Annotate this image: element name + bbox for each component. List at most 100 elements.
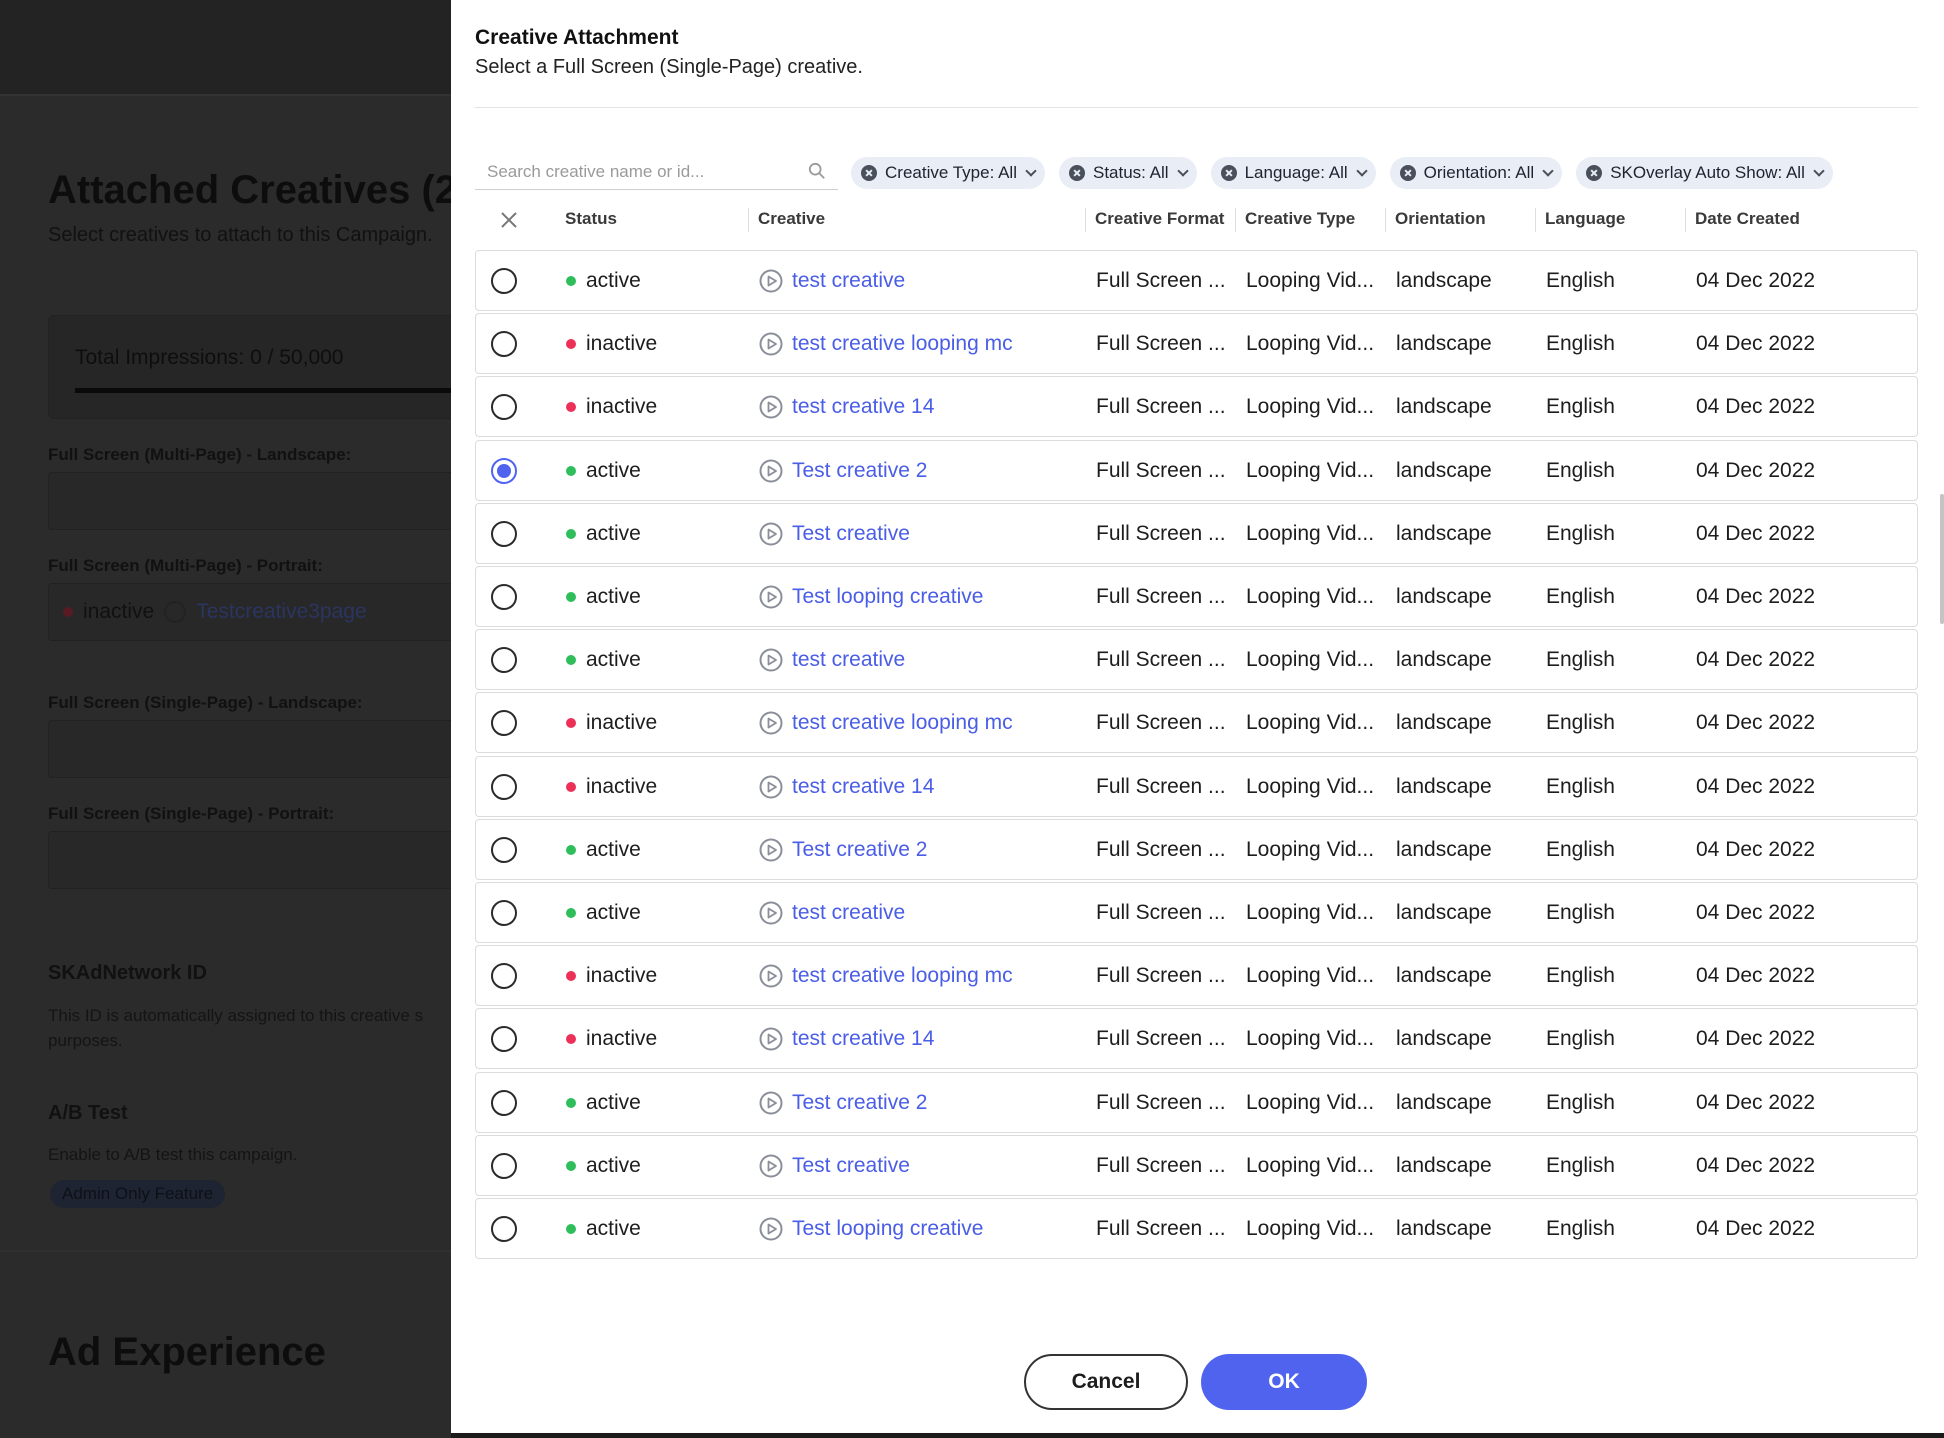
cell-creative-format: Full Screen ... (1096, 459, 1226, 482)
cell-creative-format: Full Screen ... (1096, 838, 1226, 861)
chevron-down-icon[interactable] (1542, 165, 1554, 177)
creative-link[interactable]: test creative looping mc (792, 314, 1013, 373)
creative-link[interactable]: test creative looping mc (792, 946, 1013, 1005)
table-row[interactable]: active Test looping creative Full Screen .… (475, 1198, 1918, 1259)
close-circle-icon[interactable] (1399, 165, 1416, 181)
table-row[interactable]: inactive test creative 14 Full Screen ... L… (475, 376, 1918, 437)
creative-link[interactable]: test creative 14 (792, 1009, 934, 1068)
column-creative-format[interactable]: Creative Format (1085, 200, 1224, 240)
field-single-landscape[interactable] (48, 720, 451, 778)
column-status[interactable]: Status (565, 200, 617, 240)
status-dot (566, 339, 576, 349)
total-impressions: Total Impressions: 0 / 50,000 (75, 346, 344, 369)
select-radio[interactable] (491, 458, 517, 484)
portrait-creative-link[interactable]: Testcreative3page (196, 600, 366, 624)
select-radio[interactable] (491, 963, 517, 989)
play-circle-icon (164, 601, 187, 623)
play-circle-icon (759, 522, 783, 546)
table-row[interactable]: inactive test creative 14 Full Screen ... L… (475, 756, 1918, 817)
column-label: Date Created (1695, 209, 1800, 228)
creative-link[interactable]: test creative 14 (792, 757, 934, 816)
column-orientation[interactable]: Orientation (1385, 200, 1486, 240)
field-single-portrait[interactable] (48, 831, 451, 889)
chevron-down-icon[interactable] (1355, 165, 1368, 177)
cell-status: inactive (586, 395, 658, 418)
cell-creative-format: Full Screen ... (1096, 775, 1226, 798)
table-row[interactable]: inactive test creative looping mc Full Scr… (475, 945, 1918, 1006)
select-radio[interactable] (491, 1090, 517, 1116)
creative-link[interactable]: test creative 14 (792, 377, 934, 436)
select-radio[interactable] (491, 1153, 517, 1179)
ok-button[interactable]: OK (1201, 1354, 1367, 1410)
filter-creative-type[interactable]: Creative Type: All (851, 157, 1045, 189)
column-creative[interactable]: Creative (748, 200, 825, 240)
creative-link[interactable]: Test looping creative (792, 567, 983, 626)
table-row[interactable]: inactive test creative looping mc Full Scr… (475, 692, 1918, 753)
column-creative-type[interactable]: Creative Type (1235, 200, 1355, 240)
close-icon[interactable] (499, 210, 519, 230)
filter-language[interactable]: Language: All (1210, 157, 1376, 189)
status-dot (566, 1098, 576, 1108)
table-row[interactable]: active Test creative 2 Full Screen ... Loop… (475, 440, 1918, 501)
creative-link[interactable]: test creative looping mc (792, 693, 1013, 752)
select-radio[interactable] (491, 900, 517, 926)
table-row[interactable]: active test creative Full Screen ... Loopin… (475, 629, 1918, 690)
creative-link[interactable]: Test creative 2 (792, 820, 927, 879)
select-radio[interactable] (491, 1026, 517, 1052)
select-radio[interactable] (491, 1216, 517, 1242)
select-radio[interactable] (491, 331, 517, 357)
select-radio[interactable] (491, 647, 517, 673)
background-page: Attached Creatives (2 Select creatives t… (0, 0, 451, 1438)
status-dot (566, 529, 576, 539)
impressions-panel: Total Impressions: 0 / 50,000 (48, 315, 451, 419)
creative-link[interactable]: test creative (792, 251, 905, 310)
creative-link[interactable]: Test creative (792, 1136, 910, 1195)
cell-creative-format: Full Screen ... (1096, 395, 1226, 418)
table-row[interactable]: active test creative Full Screen ... Loopin… (475, 882, 1918, 943)
search-icon[interactable] (808, 162, 826, 180)
close-circle-icon[interactable] (1220, 165, 1237, 181)
close-circle-icon[interactable] (1068, 165, 1085, 181)
scrollbar-thumb[interactable] (1940, 494, 1944, 624)
filter-skoverlay[interactable]: SKOverlay Auto Show: All (1576, 157, 1833, 189)
column-language[interactable]: Language (1535, 200, 1625, 240)
status-dot (566, 718, 576, 728)
table-row[interactable]: active Test looping creative Full Screen .… (475, 566, 1918, 627)
cell-orientation: landscape (1396, 332, 1492, 355)
creative-link[interactable]: Test creative (792, 504, 910, 563)
creative-attachment-modal: Creative Attachment Select a Full Screen… (451, 0, 1944, 1433)
field-multi-landscape[interactable] (48, 472, 451, 530)
table-row[interactable]: active Test creative 2 Full Screen ... Loop… (475, 819, 1918, 880)
column-date-created[interactable]: Date Created (1685, 200, 1800, 240)
search-input[interactable] (475, 154, 795, 190)
field-multi-portrait[interactable]: inactive Testcreative3page (48, 583, 451, 641)
creative-link[interactable]: test creative (792, 883, 905, 942)
table-row[interactable]: inactive test creative 14 Full Screen ... L… (475, 1008, 1918, 1069)
close-circle-icon[interactable] (861, 165, 877, 181)
select-radio[interactable] (491, 521, 517, 547)
select-radio[interactable] (491, 774, 517, 800)
chevron-down-icon[interactable] (1176, 165, 1189, 177)
table-row[interactable]: inactive test creative looping mc Full Scr… (475, 313, 1918, 374)
select-radio[interactable] (491, 837, 517, 863)
filter-orientation[interactable]: Orientation: All (1389, 157, 1563, 189)
table-row[interactable]: active Test creative 2 Full Screen ... Loop… (475, 1072, 1918, 1133)
cancel-button[interactable]: Cancel (1024, 1354, 1188, 1410)
creative-link[interactable]: test creative (792, 630, 905, 689)
chevron-down-icon[interactable] (1025, 165, 1037, 177)
table-row[interactable]: active test creative Full Screen ... Loopin… (475, 250, 1918, 311)
close-circle-icon[interactable] (1586, 165, 1603, 181)
select-radio[interactable] (491, 584, 517, 610)
chevron-down-icon[interactable] (1813, 165, 1825, 177)
table-row[interactable]: active Test creative Full Screen ... Loopin… (475, 503, 1918, 564)
creative-link[interactable]: Test creative 2 (792, 441, 927, 500)
select-radio[interactable] (491, 710, 517, 736)
select-radio[interactable] (491, 394, 517, 420)
attached-creatives-title: Attached Creatives (2 (48, 168, 451, 212)
filter-status[interactable]: Status: All (1058, 157, 1197, 189)
creative-link[interactable]: Test looping creative (792, 1199, 983, 1258)
creative-link[interactable]: Test creative 2 (792, 1073, 927, 1132)
table-row[interactable]: active Test creative Full Screen ... Loopin… (475, 1135, 1918, 1196)
select-radio[interactable] (491, 268, 517, 294)
cell-date-created: 04 Dec 2022 (1696, 1027, 1816, 1050)
